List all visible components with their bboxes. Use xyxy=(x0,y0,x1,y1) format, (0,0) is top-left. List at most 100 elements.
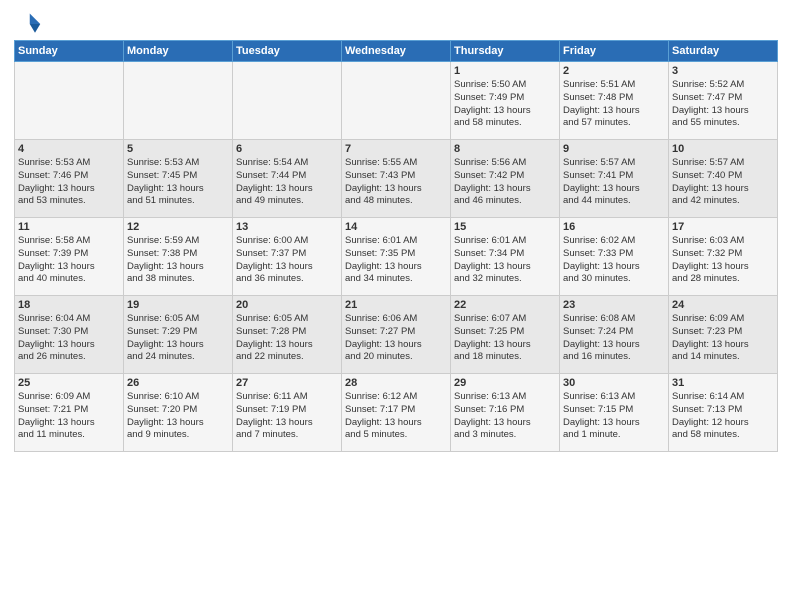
col-header-saturday: Saturday xyxy=(669,41,778,62)
week-row-1: 1 Sunrise: 5:50 AMSunset: 7:49 PMDaylight… xyxy=(15,62,778,140)
calendar-cell: 13 Sunrise: 6:00 AMSunset: 7:37 PMDayligh… xyxy=(233,218,342,296)
day-number: 1 xyxy=(454,65,556,77)
calendar-cell: 8 Sunrise: 5:56 AMSunset: 7:42 PMDaylight… xyxy=(451,140,560,218)
calendar-cell: 15 Sunrise: 6:01 AMSunset: 7:34 PMDayligh… xyxy=(451,218,560,296)
day-number: 2 xyxy=(563,65,665,77)
day-info: Sunrise: 6:14 AMSunset: 7:13 PMDaylight:… xyxy=(672,391,774,442)
day-info: Sunrise: 5:54 AMSunset: 7:44 PMDaylight:… xyxy=(236,157,338,208)
day-number: 30 xyxy=(563,377,665,389)
calendar-cell: 24Sunrise: 6:09 AMSunset: 7:23 PMDayligh… xyxy=(669,296,778,374)
calendar-cell: 1 Sunrise: 5:50 AMSunset: 7:49 PMDaylight… xyxy=(451,62,560,140)
calendar-cell xyxy=(15,62,124,140)
header xyxy=(14,10,778,38)
day-info: Sunrise: 6:01 AMSunset: 7:34 PMDaylight:… xyxy=(454,235,556,286)
day-number: 17 xyxy=(672,221,774,233)
calendar-cell: 29 Sunrise: 6:13 AMSunset: 7:16 PMDayligh… xyxy=(451,374,560,452)
calendar-cell: 5 Sunrise: 5:53 AMSunset: 7:45 PMDaylight… xyxy=(124,140,233,218)
day-number: 6 xyxy=(236,143,338,155)
day-info: Sunrise: 6:09 AMSunset: 7:23 PMDaylight:… xyxy=(672,313,774,364)
day-number: 12 xyxy=(127,221,229,233)
day-number: 22 xyxy=(454,299,556,311)
day-number: 11 xyxy=(18,221,120,233)
calendar-cell: 20Sunrise: 6:05 AMSunset: 7:28 PMDayligh… xyxy=(233,296,342,374)
day-number: 13 xyxy=(236,221,338,233)
calendar-cell: 4 Sunrise: 5:53 AMSunset: 7:46 PMDaylight… xyxy=(15,140,124,218)
day-number: 15 xyxy=(454,221,556,233)
day-info: Sunrise: 6:11 AMSunset: 7:19 PMDaylight:… xyxy=(236,391,338,442)
calendar-cell: 10 Sunrise: 5:57 AMSunset: 7:40 PMDayligh… xyxy=(669,140,778,218)
calendar-cell: 2 Sunrise: 5:51 AMSunset: 7:48 PMDaylight… xyxy=(560,62,669,140)
day-info: Sunrise: 6:07 AMSunset: 7:25 PMDaylight:… xyxy=(454,313,556,364)
week-row-3: 11 Sunrise: 5:58 AMSunset: 7:39 PMDayligh… xyxy=(15,218,778,296)
col-header-monday: Monday xyxy=(124,41,233,62)
day-number: 27 xyxy=(236,377,338,389)
day-number: 5 xyxy=(127,143,229,155)
calendar-cell: 14 Sunrise: 6:01 AMSunset: 7:35 PMDayligh… xyxy=(342,218,451,296)
col-header-friday: Friday xyxy=(560,41,669,62)
page-container: SundayMondayTuesdayWednesdayThursdayFrid… xyxy=(0,0,792,458)
day-info: Sunrise: 5:52 AMSunset: 7:47 PMDaylight:… xyxy=(672,79,774,130)
day-number: 26 xyxy=(127,377,229,389)
day-info: Sunrise: 6:05 AMSunset: 7:28 PMDaylight:… xyxy=(236,313,338,364)
logo-icon xyxy=(14,10,42,38)
day-info: Sunrise: 5:56 AMSunset: 7:42 PMDaylight:… xyxy=(454,157,556,208)
calendar-cell: 17 Sunrise: 6:03 AMSunset: 7:32 PMDayligh… xyxy=(669,218,778,296)
day-number: 10 xyxy=(672,143,774,155)
calendar-cell: 28 Sunrise: 6:12 AMSunset: 7:17 PMDayligh… xyxy=(342,374,451,452)
calendar-cell xyxy=(342,62,451,140)
calendar-cell xyxy=(233,62,342,140)
day-number: 16 xyxy=(563,221,665,233)
logo xyxy=(14,10,44,38)
calendar-cell: 21Sunrise: 6:06 AMSunset: 7:27 PMDayligh… xyxy=(342,296,451,374)
day-info: Sunrise: 5:58 AMSunset: 7:39 PMDaylight:… xyxy=(18,235,120,286)
calendar-cell: 27 Sunrise: 6:11 AMSunset: 7:19 PMDayligh… xyxy=(233,374,342,452)
calendar-cell: 22 Sunrise: 6:07 AMSunset: 7:25 PMDayligh… xyxy=(451,296,560,374)
day-number: 29 xyxy=(454,377,556,389)
day-info: Sunrise: 5:59 AMSunset: 7:38 PMDaylight:… xyxy=(127,235,229,286)
calendar-cell: 26 Sunrise: 6:10 AMSunset: 7:20 PMDayligh… xyxy=(124,374,233,452)
calendar-cell: 9Sunrise: 5:57 AMSunset: 7:41 PMDaylight… xyxy=(560,140,669,218)
day-info: Sunrise: 5:57 AMSunset: 7:40 PMDaylight:… xyxy=(672,157,774,208)
day-info: Sunrise: 6:01 AMSunset: 7:35 PMDaylight:… xyxy=(345,235,447,286)
calendar-cell xyxy=(124,62,233,140)
day-info: Sunrise: 6:10 AMSunset: 7:20 PMDaylight:… xyxy=(127,391,229,442)
day-number: 31 xyxy=(672,377,774,389)
week-row-4: 18 Sunrise: 6:04 AMSunset: 7:30 PMDayligh… xyxy=(15,296,778,374)
day-info: Sunrise: 5:51 AMSunset: 7:48 PMDaylight:… xyxy=(563,79,665,130)
day-info: Sunrise: 5:53 AMSunset: 7:46 PMDaylight:… xyxy=(18,157,120,208)
day-info: Sunrise: 6:13 AMSunset: 7:15 PMDaylight:… xyxy=(563,391,665,442)
calendar-cell: 18 Sunrise: 6:04 AMSunset: 7:30 PMDayligh… xyxy=(15,296,124,374)
day-number: 7 xyxy=(345,143,447,155)
day-info: Sunrise: 6:12 AMSunset: 7:17 PMDaylight:… xyxy=(345,391,447,442)
day-info: Sunrise: 5:53 AMSunset: 7:45 PMDaylight:… xyxy=(127,157,229,208)
day-number: 25 xyxy=(18,377,120,389)
day-info: Sunrise: 6:04 AMSunset: 7:30 PMDaylight:… xyxy=(18,313,120,364)
calendar-cell: 12 Sunrise: 5:59 AMSunset: 7:38 PMDayligh… xyxy=(124,218,233,296)
day-info: Sunrise: 5:50 AMSunset: 7:49 PMDaylight:… xyxy=(454,79,556,130)
day-info: Sunrise: 6:03 AMSunset: 7:32 PMDaylight:… xyxy=(672,235,774,286)
day-number: 14 xyxy=(345,221,447,233)
day-number: 4 xyxy=(18,143,120,155)
calendar-cell: 30 Sunrise: 6:13 AMSunset: 7:15 PMDayligh… xyxy=(560,374,669,452)
calendar-cell: 19Sunrise: 6:05 AMSunset: 7:29 PMDayligh… xyxy=(124,296,233,374)
day-info: Sunrise: 6:06 AMSunset: 7:27 PMDaylight:… xyxy=(345,313,447,364)
day-number: 18 xyxy=(18,299,120,311)
calendar-cell: 7 Sunrise: 5:55 AMSunset: 7:43 PMDaylight… xyxy=(342,140,451,218)
calendar-cell: 16 Sunrise: 6:02 AMSunset: 7:33 PMDayligh… xyxy=(560,218,669,296)
day-number: 8 xyxy=(454,143,556,155)
day-number: 28 xyxy=(345,377,447,389)
calendar-cell: 3 Sunrise: 5:52 AMSunset: 7:47 PMDaylight… xyxy=(669,62,778,140)
day-info: Sunrise: 6:13 AMSunset: 7:16 PMDaylight:… xyxy=(454,391,556,442)
week-row-2: 4 Sunrise: 5:53 AMSunset: 7:46 PMDaylight… xyxy=(15,140,778,218)
day-info: Sunrise: 5:57 AMSunset: 7:41 PMDaylight:… xyxy=(563,157,665,208)
calendar-cell: 31 Sunrise: 6:14 AMSunset: 7:13 PMDayligh… xyxy=(669,374,778,452)
day-number: 23 xyxy=(563,299,665,311)
col-header-sunday: Sunday xyxy=(15,41,124,62)
day-info: Sunrise: 5:55 AMSunset: 7:43 PMDaylight:… xyxy=(345,157,447,208)
calendar-cell: 11 Sunrise: 5:58 AMSunset: 7:39 PMDayligh… xyxy=(15,218,124,296)
day-info: Sunrise: 6:00 AMSunset: 7:37 PMDaylight:… xyxy=(236,235,338,286)
calendar-cell: 25 Sunrise: 6:09 AMSunset: 7:21 PMDayligh… xyxy=(15,374,124,452)
day-info: Sunrise: 6:02 AMSunset: 7:33 PMDaylight:… xyxy=(563,235,665,286)
day-info: Sunrise: 6:09 AMSunset: 7:21 PMDaylight:… xyxy=(18,391,120,442)
day-number: 3 xyxy=(672,65,774,77)
